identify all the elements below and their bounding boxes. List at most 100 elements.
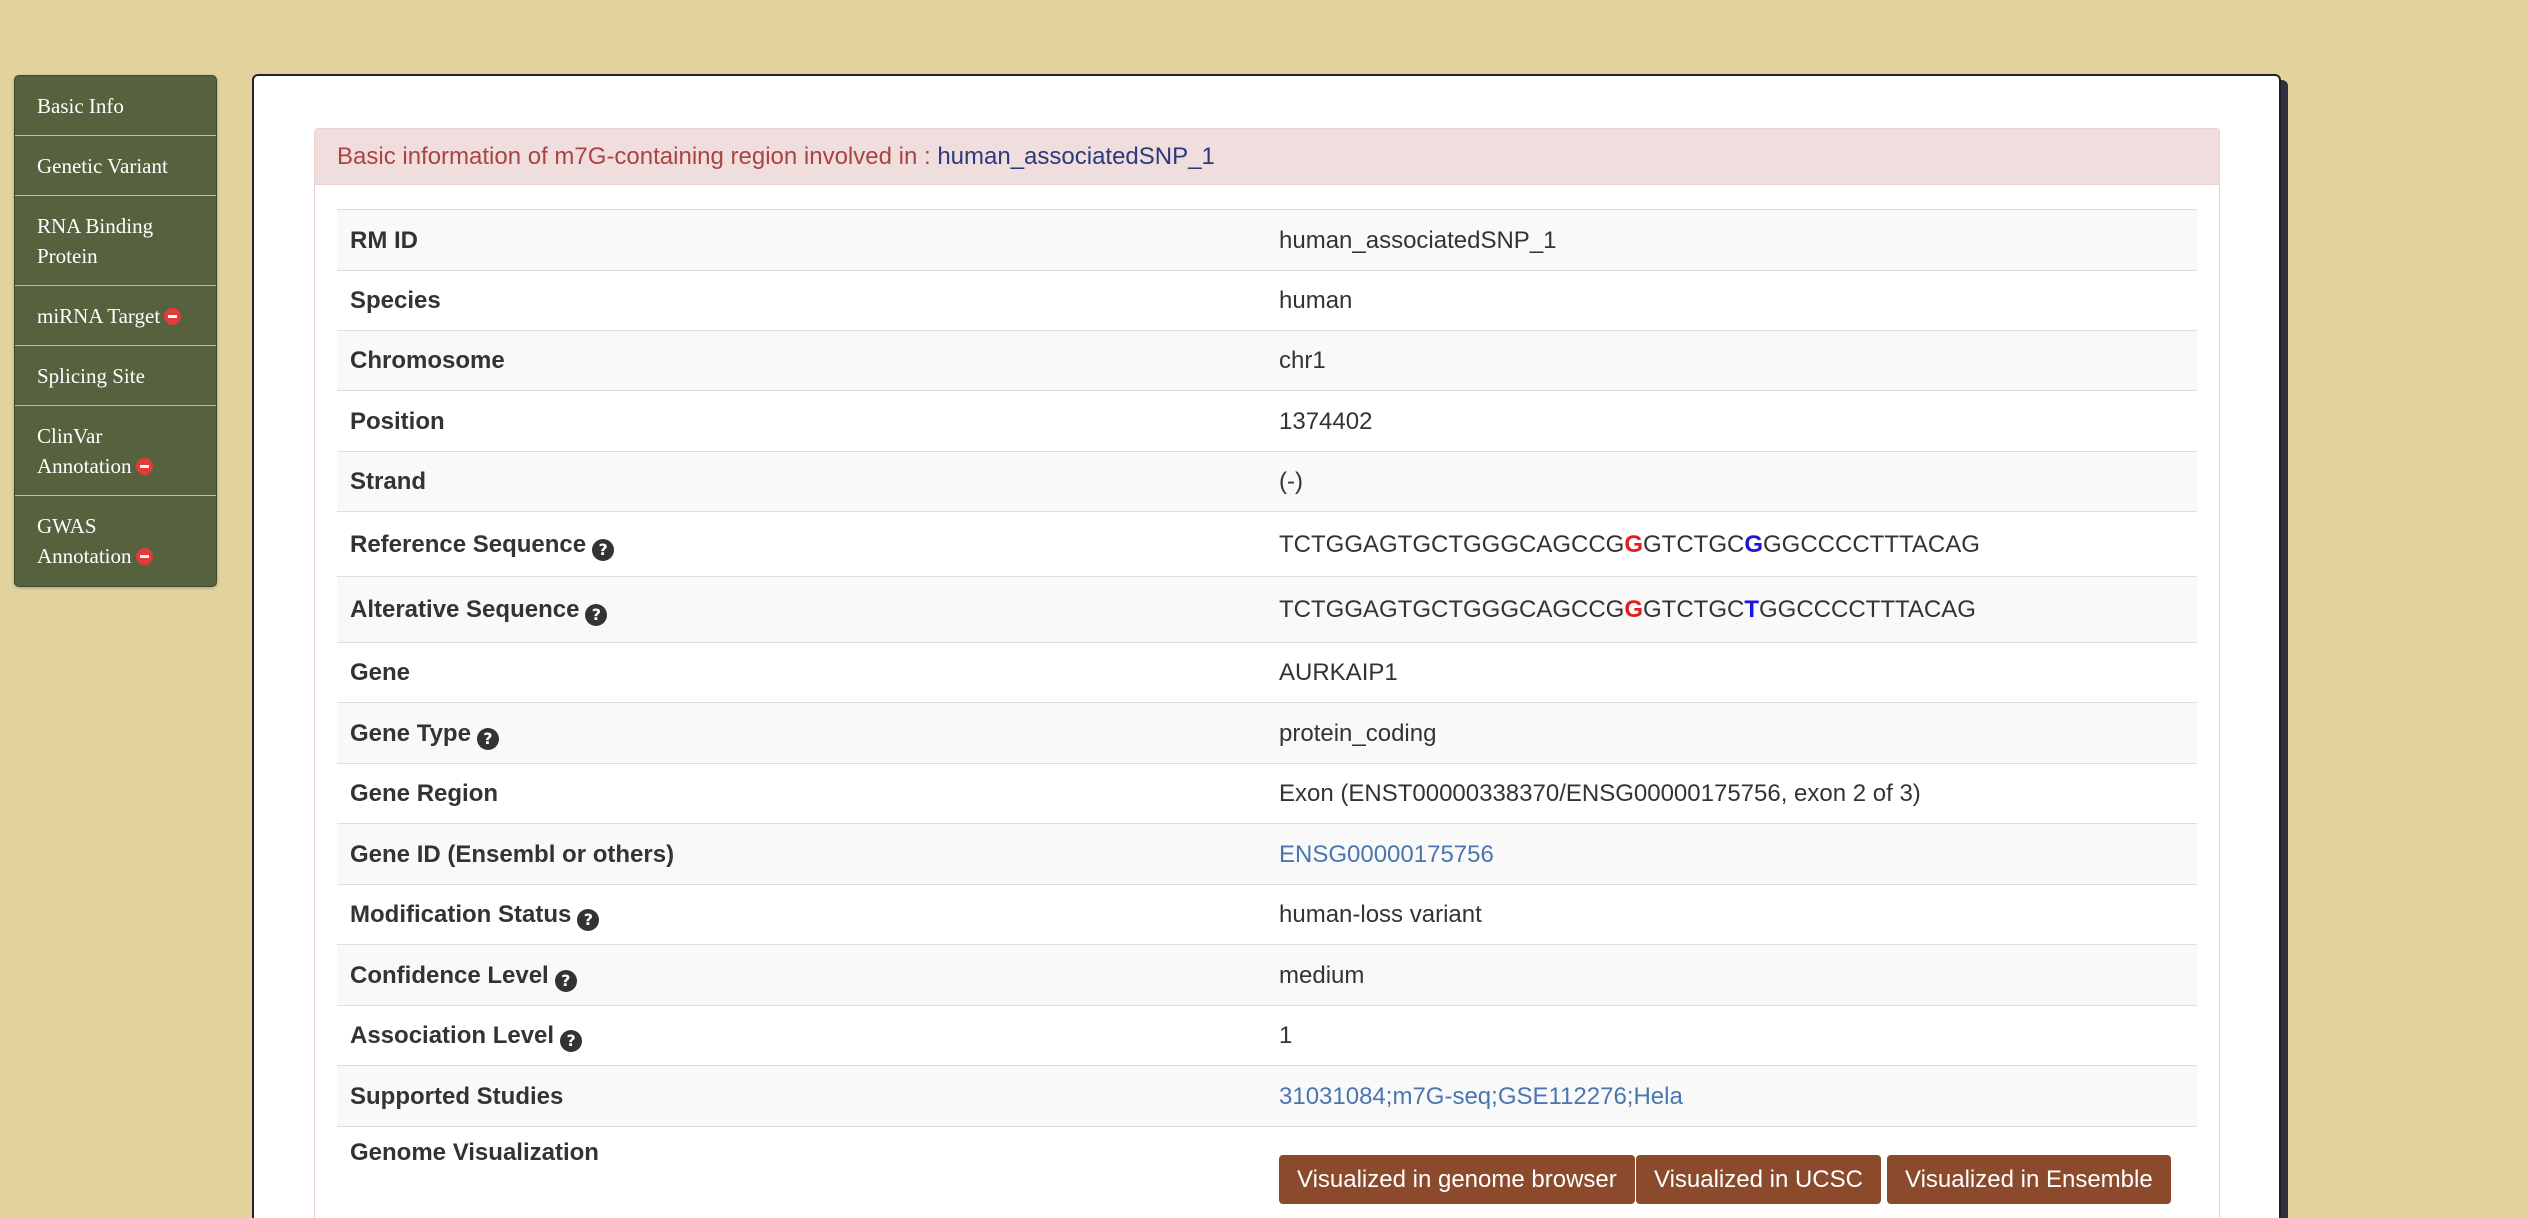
row-value: chr1 (1279, 347, 1326, 374)
sidebar-item-splicing-site[interactable]: Splicing Site (15, 346, 216, 406)
row-value: human-loss variant (1279, 901, 1482, 928)
ensemble-button[interactable]: Visualized in Ensemble (1887, 1155, 2171, 1204)
row-value: Exon (ENST00000338370/ENSG00000175756, e… (1279, 780, 1921, 807)
ucsc-button[interactable]: Visualized in UCSC (1636, 1155, 1881, 1204)
row-label: Gene (350, 659, 411, 686)
table-row-modification-status: Modification Status? human-loss variant (337, 884, 2197, 944)
question-circle-icon[interactable]: ? (577, 909, 600, 931)
seq-part: GGCCCCTTTACAG (1763, 531, 1980, 558)
basic-info-box: Basic information of m7G-containing regi… (314, 128, 2220, 1218)
question-circle-icon[interactable]: ? (592, 539, 615, 561)
row-label-text: Alterative Sequence (350, 596, 580, 623)
row-label: Supported Studies (350, 1083, 564, 1110)
heading-rm-id: human_associatedSNP_1 (937, 143, 1215, 170)
visualization-buttons: Visualized in genome browser Visualized … (1279, 1155, 2179, 1204)
question-circle-icon[interactable]: ? (560, 1030, 583, 1052)
sidebar-item-label: Genetic Variant (37, 154, 168, 178)
row-label: RM ID (350, 227, 418, 254)
question-circle-icon[interactable]: ? (476, 728, 499, 750)
sidebar-item-label: miRNA Target (37, 304, 161, 328)
table-row-position: Position 1374402 (337, 390, 2197, 451)
sidebar-item-rna-binding-protein[interactable]: RNA Binding Protein (15, 196, 216, 286)
row-value: 31031084;m7G-seq;GSE112276;Hela (1279, 1066, 1683, 1127)
question-circle-icon[interactable]: ? (554, 970, 577, 992)
table-row-strand: Strand (-) (337, 451, 2197, 511)
row-label: Strand (350, 468, 427, 495)
row-label-text: Reference Sequence (350, 531, 587, 558)
table-row-rm-id: RM ID human_associatedSNP_1 (337, 209, 2197, 270)
table-row-reference-sequence: Reference Sequence? TCTGGAGTGCTGGGCAGCCG… (337, 511, 2197, 576)
row-value: 1 (1279, 1022, 1293, 1049)
supported-studies-link[interactable]: 31031084;m7G-seq;GSE112276;Hela (1279, 1083, 1683, 1110)
table-row-species: Species human (337, 270, 2197, 330)
sidebar-item-label: GWAS Annotation (37, 514, 132, 568)
row-value: (-) (1279, 468, 1303, 495)
row-label: Chromosome (350, 347, 505, 374)
variant-base: T (1744, 596, 1759, 623)
gene-id-link[interactable]: ENSG00000175756 (1279, 841, 1494, 868)
row-label: Position (350, 408, 445, 435)
row-value: 1374402 (1279, 408, 1373, 435)
row-label: Association Level? (350, 1006, 583, 1066)
sidebar-item-label: Splicing Site (37, 364, 145, 388)
table-row-association-level: Association Level? 1 (337, 1005, 2197, 1065)
page: Basic Info Genetic Variant RNA Binding P… (0, 0, 2528, 1218)
row-value: AURKAIP1 (1279, 659, 1398, 686)
variant-base: G (1744, 531, 1763, 558)
sidebar-item-gwas-annotation[interactable]: GWAS Annotation (15, 496, 216, 586)
question-circle-icon[interactable]: ? (585, 604, 608, 626)
seq-part: GTCTGC (1643, 531, 1745, 558)
sidebar-item-label: ClinVar Annotation (37, 424, 132, 478)
row-label-text: Association Level (350, 1022, 555, 1049)
table-row-gene: Gene AURKAIP1 (337, 642, 2197, 702)
info-heading: Basic information of m7G-containing regi… (315, 129, 2219, 185)
row-label: Genome Visualization (350, 1139, 599, 1166)
row-value: protein_coding (1279, 720, 1437, 747)
main-panel: Basic information of m7G-containing regi… (252, 74, 2281, 1218)
row-label: Species (350, 287, 441, 314)
sidebar-item-basic-info[interactable]: Basic Info (15, 76, 216, 136)
row-label: Gene Region (350, 780, 499, 807)
table-row-chromosome: Chromosome chr1 (337, 330, 2197, 390)
row-value: human (1279, 287, 1353, 314)
genome-browser-button[interactable]: Visualized in genome browser (1279, 1155, 1635, 1204)
table-row-genome-visualization: Genome Visualization Visualized in genom… (337, 1126, 2197, 1218)
minus-circle-icon (135, 548, 153, 565)
row-value: human_associatedSNP_1 (1279, 227, 1557, 254)
sidebar-item-clinvar-annotation[interactable]: ClinVar Annotation (15, 406, 216, 496)
seq-part: GTCTGC (1643, 596, 1745, 623)
minus-circle-icon (164, 308, 182, 325)
sidebar-item-genetic-variant[interactable]: Genetic Variant (15, 136, 216, 196)
seq-part: TCTGGAGTGCTGGGCAGCCG (1279, 531, 1625, 558)
seq-part: TCTGGAGTGCTGGGCAGCCG (1279, 596, 1625, 623)
heading-prefix: Basic information of m7G-containing regi… (337, 143, 938, 170)
row-label: Reference Sequence? (350, 512, 615, 577)
table-row-confidence-level: Confidence Level? medium (337, 944, 2197, 1005)
sidebar-nav: Basic Info Genetic Variant RNA Binding P… (14, 75, 217, 587)
row-label: Alterative Sequence? (350, 577, 608, 643)
row-label-text: Confidence Level (350, 962, 549, 989)
minus-circle-icon (135, 458, 153, 475)
modification-base: G (1624, 596, 1643, 623)
seq-part: GGCCCCTTTACAG (1759, 596, 1976, 623)
row-value: medium (1279, 962, 1365, 989)
sidebar-item-mirna-target[interactable]: miRNA Target (15, 286, 216, 346)
row-label-text: Modification Status (350, 901, 572, 928)
row-label: Confidence Level? (350, 945, 577, 1006)
info-table: RM ID human_associatedSNP_1 Species huma… (337, 209, 2197, 1218)
sidebar-item-label: RNA Binding Protein (37, 214, 154, 268)
sidebar-item-label: Basic Info (37, 94, 124, 118)
modification-base: G (1624, 531, 1643, 558)
alterative-sequence-value: TCTGGAGTGCTGGGCAGCCGGGTCTGCTGGCCCCTTTACA… (1279, 577, 1976, 643)
table-row-gene-type: Gene Type? protein_coding (337, 702, 2197, 763)
table-row-gene-id: Gene ID (Ensembl or others) ENSG00000175… (337, 823, 2197, 884)
table-row-gene-region: Gene Region Exon (ENST00000338370/ENSG00… (337, 763, 2197, 823)
table-row-alterative-sequence: Alterative Sequence? TCTGGAGTGCTGGGCAGCC… (337, 576, 2197, 642)
reference-sequence-value: TCTGGAGTGCTGGGCAGCCGGGTCTGCGGGCCCCTTTACA… (1279, 512, 1980, 577)
table-row-supported-studies: Supported Studies 31031084;m7G-seq;GSE11… (337, 1065, 2197, 1126)
row-label: Gene Type? (350, 703, 499, 764)
row-label-text: Gene Type (350, 720, 471, 747)
row-value: ENSG00000175756 (1279, 824, 1494, 885)
row-label: Modification Status? (350, 885, 600, 945)
row-label: Gene ID (Ensembl or others) (350, 841, 675, 868)
